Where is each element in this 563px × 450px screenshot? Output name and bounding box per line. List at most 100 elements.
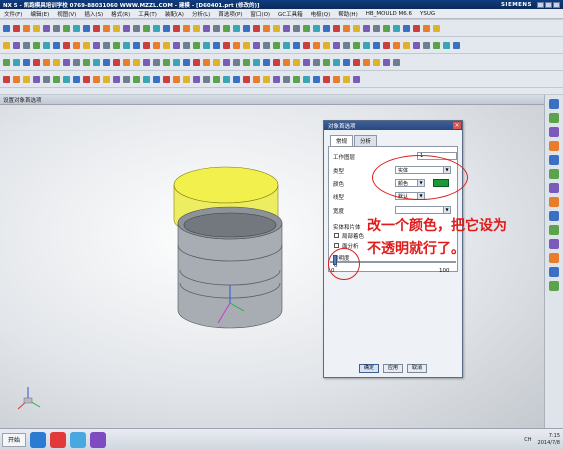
menu-item[interactable]: 工具(T) (138, 10, 157, 18)
toolbar-tool-icon[interactable] (153, 75, 160, 83)
toolbar-tool-icon[interactable] (3, 41, 10, 49)
ok-button[interactable]: 确定 (359, 364, 379, 373)
toolbar-tool-icon[interactable] (113, 58, 120, 66)
toolbar-tool-icon[interactable] (153, 58, 160, 66)
toolbar-tool-icon[interactable] (383, 24, 390, 32)
menu-item[interactable]: 视图(V) (57, 10, 76, 18)
toolbar-tool-icon[interactable] (383, 58, 390, 66)
toolbar-tool-icon[interactable] (293, 75, 300, 83)
toolbar-tool-icon[interactable] (223, 58, 230, 66)
toolbar-tool-icon[interactable] (213, 24, 220, 32)
toolbar-tool-icon[interactable] (243, 75, 250, 83)
menu-item[interactable]: 窗口(O) (250, 10, 270, 18)
toolbar-tool-icon[interactable] (393, 58, 400, 66)
toolbar-tool-icon[interactable] (273, 58, 280, 66)
toolbar-tool-icon[interactable] (313, 75, 320, 83)
toolbar-tool-icon[interactable] (13, 24, 20, 32)
resource-bar-icon[interactable] (549, 281, 559, 291)
maximize-button[interactable] (545, 1, 552, 8)
toolbar-tool-icon[interactable] (363, 58, 370, 66)
toolbar-tool-icon[interactable] (293, 24, 300, 32)
toolbar-tool-icon[interactable] (183, 75, 190, 83)
input-method-indicator[interactable]: CH (524, 437, 531, 443)
toolbar-tool-icon[interactable] (113, 75, 120, 83)
toolbar-tool-icon[interactable] (303, 58, 310, 66)
toolbar-tool-icon[interactable] (203, 24, 210, 32)
tab-analysis[interactable]: 分析 (354, 135, 378, 146)
toolbar-tool-icon[interactable] (163, 24, 170, 32)
toolbar-tool-icon[interactable] (373, 58, 380, 66)
toolbar-tool-icon[interactable] (173, 41, 180, 49)
toolbar-tool-icon[interactable] (263, 41, 270, 49)
resource-bar-icon[interactable] (549, 253, 559, 263)
toolbar-tool-icon[interactable] (63, 41, 70, 49)
toolbar-tool-icon[interactable] (13, 41, 20, 49)
toolbar-tool-icon[interactable] (203, 41, 210, 49)
toolbar-tool-icon[interactable] (363, 24, 370, 32)
toolbar-tool-icon[interactable] (303, 75, 310, 83)
menu-item[interactable]: 文件(F) (4, 10, 22, 18)
toolbar-tool-icon[interactable] (83, 75, 90, 83)
toolbar-tool-icon[interactable] (283, 75, 290, 83)
toolbar-tool-icon[interactable] (223, 24, 230, 32)
toolbar-tool-icon[interactable] (123, 41, 130, 49)
toolbar-tool-icon[interactable] (63, 24, 70, 32)
toolbar-tool-icon[interactable] (403, 24, 410, 32)
toolbar-tool-icon[interactable] (333, 24, 340, 32)
toolbar-tool-icon[interactable] (293, 41, 300, 49)
toolbar-tool-icon[interactable] (263, 24, 270, 32)
toolbar-tool-icon[interactable] (263, 58, 270, 66)
toolbar-tool-icon[interactable] (233, 75, 240, 83)
toolbar-tool-icon[interactable] (423, 41, 430, 49)
menu-item[interactable]: 格式(R) (111, 10, 130, 18)
toolbar-tool-icon[interactable] (83, 41, 90, 49)
toolbar-tool-icon[interactable] (273, 41, 280, 49)
toolbar-tool-icon[interactable] (323, 41, 330, 49)
toolbar-tool-icon[interactable] (333, 58, 340, 66)
minimize-button[interactable] (537, 1, 544, 8)
tab-general[interactable]: 常规 (330, 135, 354, 146)
dialog-close-icon[interactable]: × (453, 122, 461, 129)
toolbar-tool-icon[interactable] (353, 58, 360, 66)
width-dropdown[interactable]: ▼ (395, 206, 451, 214)
toolbar-tool-icon[interactable] (133, 75, 140, 83)
toolbar-tool-icon[interactable] (303, 24, 310, 32)
toolbar-tool-icon[interactable] (373, 41, 380, 49)
face-analysis-checkbox[interactable] (334, 243, 339, 248)
toolbar-tool-icon[interactable] (3, 24, 10, 32)
toolbar-tool-icon[interactable] (333, 41, 340, 49)
toolbar-tool-icon[interactable] (183, 24, 190, 32)
toolbar-tool-icon[interactable] (343, 75, 350, 83)
toolbar-tool-icon[interactable] (143, 58, 150, 66)
toolbar-tool-icon[interactable] (193, 41, 200, 49)
toolbar-tool-icon[interactable] (353, 75, 360, 83)
menu-item[interactable]: 装配(A) (165, 10, 184, 18)
toolbar-tool-icon[interactable] (243, 41, 250, 49)
toolbar-tool-icon[interactable] (183, 41, 190, 49)
toolbar-tool-icon[interactable] (213, 58, 220, 66)
toolbar-tool-icon[interactable] (173, 24, 180, 32)
toolbar-tool-icon[interactable] (253, 41, 260, 49)
toolbar-tool-icon[interactable] (233, 24, 240, 32)
toolbar-tool-icon[interactable] (283, 24, 290, 32)
toolbar-tool-icon[interactable] (233, 58, 240, 66)
toolbar-tool-icon[interactable] (3, 75, 10, 83)
toolbar-tool-icon[interactable] (123, 24, 130, 32)
toolbar-tool-icon[interactable] (283, 58, 290, 66)
menu-item[interactable]: GC工具箱 (278, 10, 303, 18)
toolbar-tool-icon[interactable] (143, 75, 150, 83)
toolbar-tool-icon[interactable] (33, 24, 40, 32)
toolbar-tool-icon[interactable] (73, 41, 80, 49)
toolbar-tool-icon[interactable] (453, 41, 460, 49)
toolbar-tool-icon[interactable] (33, 41, 40, 49)
toolbar-tool-icon[interactable] (213, 75, 220, 83)
toolbar-tool-icon[interactable] (13, 75, 20, 83)
toolbar-tool-icon[interactable] (43, 41, 50, 49)
toolbar-tool-icon[interactable] (43, 75, 50, 83)
toolbar-tool-icon[interactable] (23, 58, 30, 66)
toolbar-tool-icon[interactable] (63, 75, 70, 83)
toolbar-tool-icon[interactable] (23, 24, 30, 32)
toolbar-tool-icon[interactable] (103, 75, 110, 83)
toolbar-tool-icon[interactable] (113, 24, 120, 32)
toolbar-tool-icon[interactable] (273, 75, 280, 83)
